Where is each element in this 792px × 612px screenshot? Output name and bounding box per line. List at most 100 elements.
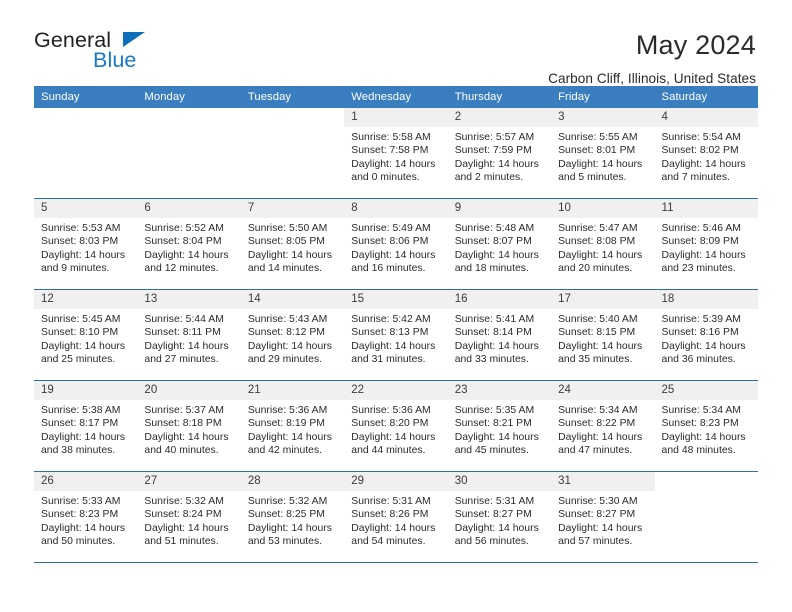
sunset-text: Sunset: 7:58 PM <box>351 145 429 157</box>
calendar-page: General Blue May 2024 Carbon Cliff, Illi… <box>0 0 792 612</box>
calendar-cell[interactable]: 13 Sunrise: 5:44 AM Sunset: 8:11 PM Dayligh… <box>137 289 241 381</box>
day-info: Sunrise: 5:39 AM Sunset: 8:16 PM Daylight:… <box>655 309 758 367</box>
day-number: 13 <box>137 290 241 309</box>
daylight-text-line1: Daylight: 14 hours <box>144 522 229 534</box>
calendar-cell[interactable]: 26 Sunrise: 5:33 AM Sunset: 8:23 PM Dayligh… <box>34 471 138 563</box>
calendar-cell[interactable]: 10 Sunrise: 5:47 AM Sunset: 8:08 PM Dayligh… <box>551 198 655 290</box>
day-number <box>34 108 137 127</box>
daylight-text-line1: Daylight: 14 hours <box>558 431 643 443</box>
sunrise-text: Sunrise: 5:46 AM <box>661 223 741 234</box>
calendar-cell[interactable]: 24 Sunrise: 5:34 AM Sunset: 8:22 PM Dayligh… <box>551 380 655 472</box>
day-box: 26 Sunrise: 5:33 AM Sunset: 8:23 PM Dayligh… <box>34 472 138 562</box>
day-number: 12 <box>34 290 138 309</box>
day-box: 6 Sunrise: 5:52 AM Sunset: 8:04 PM Daylight… <box>137 199 241 289</box>
calendar-cell[interactable]: 29 Sunrise: 5:31 AM Sunset: 8:26 PM Dayligh… <box>344 471 448 563</box>
calendar-cell[interactable]: 4 Sunrise: 5:54 AM Sunset: 8:02 PM Daylight… <box>654 108 758 199</box>
day-number: 3 <box>551 108 655 127</box>
day-box: 10 Sunrise: 5:47 AM Sunset: 8:08 PM Dayligh… <box>551 199 655 289</box>
sunset-text: Sunset: 8:06 PM <box>351 236 429 248</box>
calendar-week-row: 5 Sunrise: 5:53 AM Sunset: 8:03 PM Daylight… <box>34 198 758 290</box>
calendar-cell[interactable]: 31 Sunrise: 5:30 AM Sunset: 8:27 PM Dayligh… <box>551 471 655 563</box>
day-info: Sunrise: 5:36 AM Sunset: 8:19 PM Daylight:… <box>241 400 344 458</box>
daylight-text-line1: Daylight: 14 hours <box>41 431 126 443</box>
calendar-cell[interactable]: 7 Sunrise: 5:50 AM Sunset: 8:05 PM Daylight… <box>240 198 345 290</box>
sunset-text: Sunset: 8:20 PM <box>351 418 429 430</box>
calendar-cell[interactable]: 12 Sunrise: 5:45 AM Sunset: 8:10 PM Dayligh… <box>34 289 138 381</box>
day-box: 18 Sunrise: 5:39 AM Sunset: 8:16 PM Dayligh… <box>654 290 758 380</box>
calendar-cell[interactable]: 6 Sunrise: 5:52 AM Sunset: 8:04 PM Daylight… <box>137 198 241 290</box>
calendar-cell[interactable]: 27 Sunrise: 5:32 AM Sunset: 8:24 PM Dayligh… <box>137 471 241 563</box>
day-box: 13 Sunrise: 5:44 AM Sunset: 8:11 PM Dayligh… <box>137 290 241 380</box>
daylight-text-line2: and 16 minutes. <box>351 263 426 275</box>
daylight-text-line2: and 33 minutes. <box>454 354 529 366</box>
location-subtitle: Carbon Cliff, Illinois, United States <box>548 71 756 86</box>
calendar-cell[interactable]: 5 Sunrise: 5:53 AM Sunset: 8:03 PM Daylight… <box>34 198 138 290</box>
calendar-cell[interactable]: 30 Sunrise: 5:31 AM Sunset: 8:27 PM Dayligh… <box>447 471 552 563</box>
calendar-cell[interactable]: 15 Sunrise: 5:42 AM Sunset: 8:13 PM Dayligh… <box>344 289 448 381</box>
general-blue-logo[interactable]: General Blue <box>34 28 145 74</box>
sunrise-text: Sunrise: 5:49 AM <box>351 223 431 234</box>
day-info: Sunrise: 5:33 AM Sunset: 8:23 PM Daylight:… <box>34 491 137 549</box>
sunrise-text: Sunrise: 5:32 AM <box>247 496 328 507</box>
sunset-text: Sunset: 8:18 PM <box>144 418 222 430</box>
daylight-text-line2: and 29 minutes. <box>247 354 323 366</box>
day-info: Sunrise: 5:40 AM Sunset: 8:15 PM Daylight:… <box>551 309 654 367</box>
sunrise-text: Sunrise: 5:41 AM <box>454 314 535 325</box>
day-number: 7 <box>240 199 345 218</box>
sunset-text: Sunset: 7:59 PM <box>454 145 532 157</box>
calendar-cell[interactable]: 21 Sunrise: 5:36 AM Sunset: 8:19 PM Dayligh… <box>240 380 345 472</box>
weekday-header-tuesday: Tuesday <box>240 86 345 108</box>
daylight-text-line1: Daylight: 14 hours <box>661 340 746 352</box>
daylight-text-line2: and 53 minutes. <box>247 536 323 548</box>
day-number: 17 <box>551 290 655 309</box>
daylight-text-line1: Daylight: 14 hours <box>247 249 332 261</box>
sunset-text: Sunset: 8:04 PM <box>144 236 222 248</box>
daylight-text-line1: Daylight: 14 hours <box>247 431 332 443</box>
calendar-cell[interactable]: 3 Sunrise: 5:55 AM Sunset: 8:01 PM Daylight… <box>551 108 655 199</box>
calendar-cell[interactable]: 8 Sunrise: 5:49 AM Sunset: 8:06 PM Daylight… <box>344 198 448 290</box>
daylight-text-line2: and 57 minutes. <box>558 536 633 548</box>
day-number: 1 <box>344 108 448 127</box>
calendar-cell[interactable]: 20 Sunrise: 5:37 AM Sunset: 8:18 PM Dayligh… <box>137 380 241 472</box>
sunset-text: Sunset: 8:16 PM <box>661 327 739 339</box>
day-box: 4 Sunrise: 5:54 AM Sunset: 8:02 PM Daylight… <box>654 108 758 198</box>
day-box: 19 Sunrise: 5:38 AM Sunset: 8:17 PM Dayligh… <box>34 381 138 471</box>
day-info: Sunrise: 5:48 AM Sunset: 8:07 PM Daylight:… <box>448 218 551 276</box>
day-number: 25 <box>654 381 758 400</box>
calendar-cell[interactable]: 1 Sunrise: 5:58 AM Sunset: 7:58 PM Daylight… <box>344 108 448 199</box>
calendar-cell[interactable]: 19 Sunrise: 5:38 AM Sunset: 8:17 PM Dayligh… <box>34 380 138 472</box>
sunset-text: Sunset: 8:07 PM <box>454 236 532 248</box>
daylight-text-line2: and 14 minutes. <box>247 263 323 275</box>
sunrise-text: Sunrise: 5:35 AM <box>454 405 535 416</box>
sunset-text: Sunset: 8:12 PM <box>247 327 325 339</box>
calendar-cell[interactable]: 23 Sunrise: 5:35 AM Sunset: 8:21 PM Dayligh… <box>447 380 552 472</box>
day-box: 2 Sunrise: 5:57 AM Sunset: 7:59 PM Daylight… <box>447 108 552 198</box>
sunset-text: Sunset: 8:23 PM <box>661 418 739 430</box>
calendar-body: 1 Sunrise: 5:58 AM Sunset: 7:58 PM Daylight… <box>34 108 758 563</box>
sunset-text: Sunset: 8:24 PM <box>144 509 222 521</box>
calendar-cell[interactable]: 9 Sunrise: 5:48 AM Sunset: 8:07 PM Daylight… <box>447 198 552 290</box>
daylight-text-line2: and 0 minutes. <box>351 172 420 184</box>
day-info: Sunrise: 5:46 AM Sunset: 8:09 PM Daylight:… <box>655 218 758 276</box>
calendar-cell[interactable]: 18 Sunrise: 5:39 AM Sunset: 8:16 PM Dayligh… <box>654 289 758 381</box>
calendar-cell[interactable]: 22 Sunrise: 5:36 AM Sunset: 8:20 PM Dayligh… <box>344 380 448 472</box>
day-number: 15 <box>344 290 448 309</box>
day-info: Sunrise: 5:35 AM Sunset: 8:21 PM Daylight:… <box>448 400 551 458</box>
calendar-cell[interactable]: 25 Sunrise: 5:34 AM Sunset: 8:23 PM Dayligh… <box>654 380 758 472</box>
calendar-cell[interactable]: 11 Sunrise: 5:46 AM Sunset: 8:09 PM Dayligh… <box>654 198 758 290</box>
daylight-text-line1: Daylight: 14 hours <box>144 340 229 352</box>
day-info: Sunrise: 5:34 AM Sunset: 8:23 PM Daylight:… <box>655 400 758 458</box>
calendar-cell[interactable]: 28 Sunrise: 5:32 AM Sunset: 8:25 PM Dayligh… <box>240 471 345 563</box>
daylight-text-line1: Daylight: 14 hours <box>454 431 539 443</box>
calendar-cell[interactable]: 14 Sunrise: 5:43 AM Sunset: 8:12 PM Dayligh… <box>240 289 345 381</box>
day-box: 16 Sunrise: 5:41 AM Sunset: 8:14 PM Dayligh… <box>447 290 552 380</box>
calendar-cell[interactable]: 17 Sunrise: 5:40 AM Sunset: 8:15 PM Dayligh… <box>551 289 655 381</box>
daylight-text-line1: Daylight: 14 hours <box>247 340 332 352</box>
sunrise-text: Sunrise: 5:57 AM <box>454 132 535 143</box>
weekday-header-thursday: Thursday <box>447 86 552 108</box>
calendar-cell[interactable]: 16 Sunrise: 5:41 AM Sunset: 8:14 PM Dayligh… <box>447 289 552 381</box>
day-box: 7 Sunrise: 5:50 AM Sunset: 8:05 PM Daylight… <box>240 199 345 289</box>
calendar-cell[interactable]: 2 Sunrise: 5:57 AM Sunset: 7:59 PM Daylight… <box>447 108 552 199</box>
weekday-header-saturday: Saturday <box>654 86 758 108</box>
calendar-cell <box>654 471 758 563</box>
